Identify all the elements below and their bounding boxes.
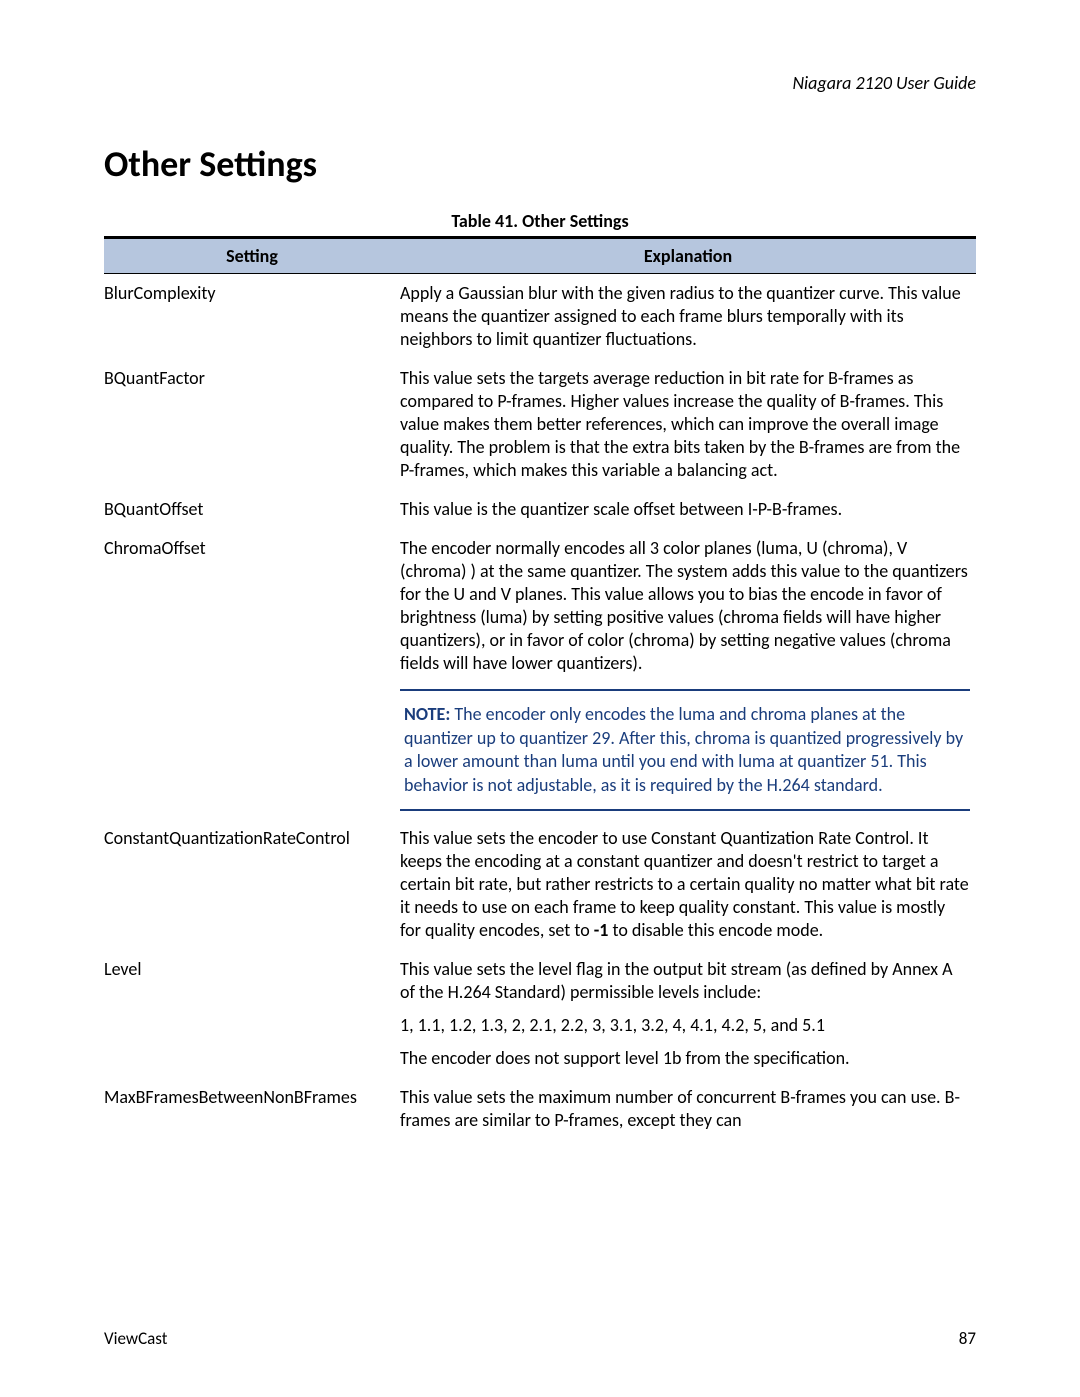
table-caption: Table 41. Other Settings (104, 210, 976, 232)
setting-explanation: Apply a Gaussian blur with the given rad… (400, 274, 976, 360)
settings-table: Setting Explanation BlurComplexity Apply… (104, 236, 976, 1140)
table-header-row: Setting Explanation (104, 238, 976, 274)
setting-explanation: This value sets the targets average redu… (400, 359, 976, 490)
footer: ViewCast 87 (104, 1328, 976, 1349)
explanation-post: to disable this encode mode. (608, 919, 823, 941)
footer-left: ViewCast (104, 1328, 167, 1349)
setting-name: ChromaOffset (104, 529, 400, 819)
explanation-text: The encoder normally encodes all 3 color… (400, 537, 968, 674)
setting-name: Level (104, 950, 400, 1078)
table-row: ChromaOffset The encoder normally encode… (104, 529, 976, 819)
col-explanation: Explanation (400, 238, 976, 274)
levels-unsupported: The encoder does not support level 1b fr… (400, 1047, 970, 1070)
setting-explanation: This value sets the encoder to use Const… (400, 819, 976, 950)
note-text: The encoder only encodes the luma and ch… (404, 703, 963, 795)
setting-name: BlurComplexity (104, 274, 400, 360)
explanation-bold: -1 (594, 919, 609, 941)
setting-explanation: This value sets the maximum number of co… (400, 1078, 976, 1140)
setting-name: BQuantOffset (104, 490, 400, 529)
setting-explanation: The encoder normally encodes all 3 color… (400, 529, 976, 819)
setting-name: ConstantQuantizationRateControl (104, 819, 400, 950)
table-row: BQuantOffset This value is the quantizer… (104, 490, 976, 529)
footer-page-number: 87 (959, 1328, 976, 1349)
setting-name: BQuantFactor (104, 359, 400, 490)
table-row: BlurComplexity Apply a Gaussian blur wit… (104, 274, 976, 360)
table-row: ConstantQuantizationRateControl This val… (104, 819, 976, 950)
explanation-text: This value sets the level flag in the ou… (400, 958, 953, 1003)
levels-list: 1, 1.1, 1.2, 1.3, 2, 2.1, 2.2, 3, 3.1, 3… (400, 1014, 970, 1037)
note-label: NOTE: (404, 703, 450, 725)
setting-name: MaxBFramesBetweenNonBFrames (104, 1078, 400, 1140)
page-heading: Other Settings (104, 142, 976, 186)
note-block: NOTE: The encoder only encodes the luma … (400, 689, 970, 811)
setting-explanation: This value is the quantizer scale offset… (400, 490, 976, 529)
table-row: MaxBFramesBetweenNonBFrames This value s… (104, 1078, 976, 1140)
col-setting: Setting (104, 238, 400, 274)
page: Niagara 2120 User Guide Other Settings T… (0, 0, 1080, 1397)
table-row: BQuantFactor This value sets the targets… (104, 359, 976, 490)
running-head: Niagara 2120 User Guide (104, 72, 976, 94)
setting-explanation: This value sets the level flag in the ou… (400, 950, 976, 1078)
table-row: Level This value sets the level flag in … (104, 950, 976, 1078)
